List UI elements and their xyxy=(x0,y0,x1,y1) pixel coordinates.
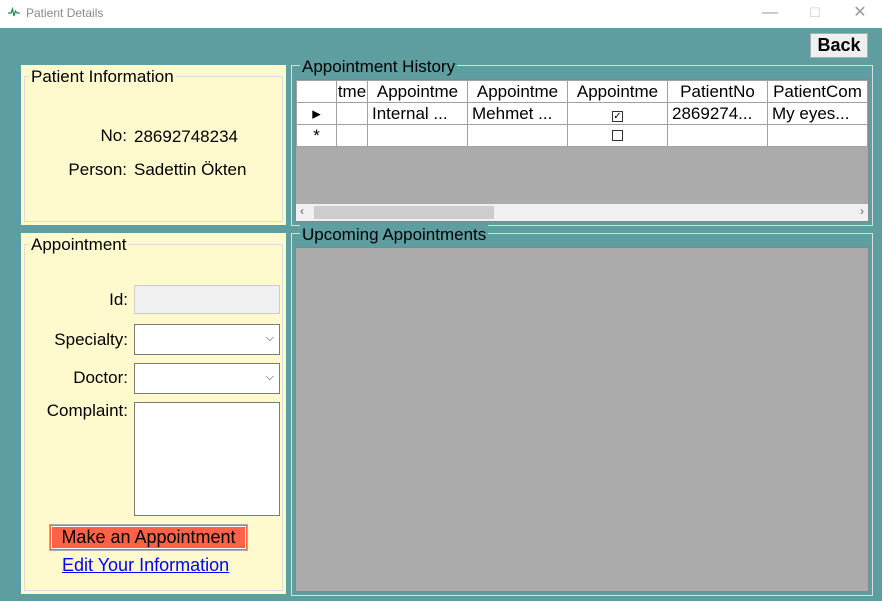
patient-no-label: No: xyxy=(100,126,127,145)
chevron-down-icon: ⌵ xyxy=(265,371,274,383)
table-cell[interactable] xyxy=(567,124,668,147)
id-field xyxy=(134,285,280,314)
table-cell[interactable] xyxy=(367,124,468,147)
title-bar: Patient Details — ☐ ✕ xyxy=(0,0,882,28)
checkbox-unchecked[interactable] xyxy=(612,129,623,141)
upcoming-appointments-title: Upcoming Appointments xyxy=(300,225,489,245)
table-cell[interactable] xyxy=(467,124,568,147)
appointment-history-title: Appointment History xyxy=(300,57,458,77)
horizontal-scrollbar[interactable]: ‹ › xyxy=(296,204,868,221)
person-value: Sadettin Ökten xyxy=(134,160,247,179)
column-header[interactable]: PatientNo xyxy=(667,80,768,103)
doctor-select[interactable]: ⌵ xyxy=(134,363,280,394)
maximize-button[interactable]: ☐ xyxy=(792,0,838,28)
column-header[interactable]: tme xyxy=(336,80,368,103)
row-header-corner xyxy=(296,80,337,103)
scroll-left-icon[interactable]: ‹ xyxy=(300,204,304,218)
history-table: tme Appointme Appointme Appointme Patien… xyxy=(296,80,868,147)
heartbeat-icon xyxy=(8,6,20,17)
specialty-label: Specialty: xyxy=(54,330,128,349)
patient-information-panel: Patient Information No: 28692748234 Pers… xyxy=(21,65,286,225)
new-row[interactable]: * xyxy=(296,124,868,147)
current-row-marker[interactable]: ▸ xyxy=(296,102,337,125)
patient-no-value: 28692748234 xyxy=(134,127,239,146)
person-label: Person: xyxy=(68,160,127,179)
complaint-textarea[interactable] xyxy=(134,402,280,516)
minimize-button[interactable]: — xyxy=(747,0,793,28)
column-header[interactable]: Appointme xyxy=(467,80,568,103)
table-header-row: tme Appointme Appointme Appointme Patien… xyxy=(296,80,868,103)
table-cell[interactable] xyxy=(767,124,868,147)
make-appointment-button[interactable]: Make an Appointment xyxy=(49,524,248,551)
id-label: Id: xyxy=(109,290,128,309)
table-row[interactable]: ▸ Internal ... Mehmet ... ✓ 2869274... M… xyxy=(296,102,868,125)
table-cell[interactable]: ✓ xyxy=(567,102,668,125)
doctor-label: Doctor: xyxy=(73,368,128,387)
specialty-select[interactable]: ⌵ xyxy=(134,324,280,355)
table-cell[interactable]: Internal ... xyxy=(367,102,468,125)
appointment-title: Appointment xyxy=(29,235,129,255)
window-client: Back Patient Information No: 28692748234… xyxy=(0,28,882,601)
checkbox-checked[interactable]: ✓ xyxy=(612,110,623,122)
table-cell[interactable]: 2869274... xyxy=(667,102,768,125)
chevron-down-icon: ⌵ xyxy=(265,332,274,344)
table-cell[interactable] xyxy=(667,124,768,147)
table-cell[interactable] xyxy=(336,102,368,125)
column-header[interactable]: Appointme xyxy=(367,80,468,103)
edit-information-link[interactable]: Edit Your Information xyxy=(62,555,229,576)
upcoming-appointments-grid[interactable] xyxy=(295,247,869,592)
back-button[interactable]: Back xyxy=(810,33,868,58)
column-header[interactable]: PatientCom xyxy=(767,80,868,103)
scroll-right-icon[interactable]: › xyxy=(860,204,864,218)
patient-information-title: Patient Information xyxy=(29,67,176,87)
table-cell[interactable] xyxy=(336,124,368,147)
table-cell[interactable]: My eyes... xyxy=(767,102,868,125)
window-title: Patient Details xyxy=(26,6,104,20)
scroll-thumb[interactable] xyxy=(314,206,494,219)
appointment-history-grid[interactable]: tme Appointme Appointme Appointme Patien… xyxy=(295,79,869,222)
complaint-label: Complaint: xyxy=(46,401,128,420)
column-header[interactable]: Appointme xyxy=(567,80,668,103)
close-button[interactable]: ✕ xyxy=(837,0,882,28)
new-row-marker: * xyxy=(296,124,337,147)
table-cell[interactable]: Mehmet ... xyxy=(467,102,568,125)
